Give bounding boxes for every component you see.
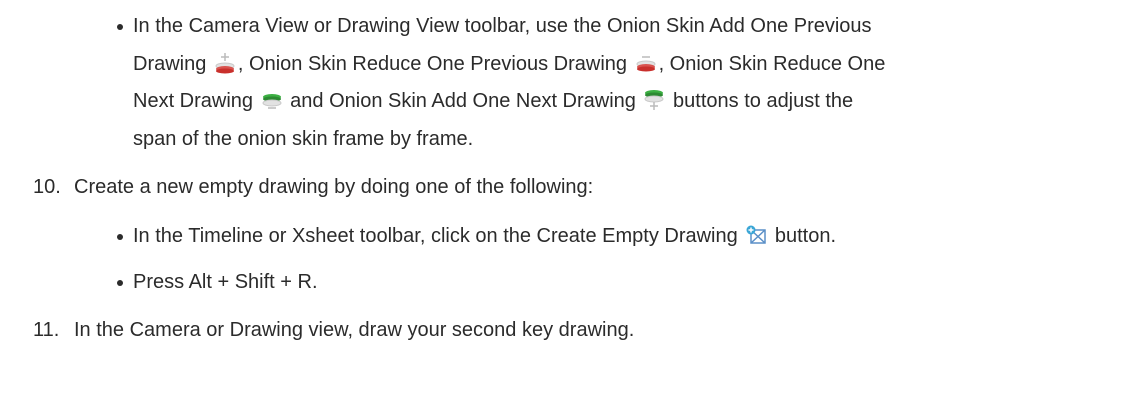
step-number-10: 10. bbox=[33, 176, 61, 198]
step-10-bullet-1: In the Timeline or Xsheet toolbar, click… bbox=[133, 224, 837, 247]
onion-skin-reduce-one-previous-icon bbox=[635, 52, 657, 74]
bullet-marker bbox=[117, 280, 123, 286]
onion-bullet-line-1: In the Camera View or Drawing View toolb… bbox=[133, 15, 872, 37]
step-10-text: Create a new empty drawing by doing one … bbox=[74, 176, 594, 198]
step-number-11: 11. bbox=[33, 319, 60, 341]
onion-skin-add-one-previous-icon bbox=[214, 52, 236, 74]
create-empty-drawing-icon bbox=[745, 224, 767, 246]
onion-bullet-line-2: Drawing , Onion Skin Reduce One Previous… bbox=[133, 52, 886, 75]
onion-skin-add-one-next-icon bbox=[643, 89, 665, 111]
step-10-bullet-2: Press Alt + Shift + R. bbox=[133, 271, 318, 293]
bullet-marker bbox=[117, 234, 123, 240]
onion-bullet-line-4: span of the onion skin frame by frame. bbox=[133, 128, 474, 150]
bullet-marker bbox=[117, 24, 123, 30]
step-11-text: In the Camera or Drawing view, draw your… bbox=[74, 319, 635, 341]
onion-skin-reduce-one-next-icon bbox=[261, 89, 283, 111]
onion-bullet-line-3: Next Drawing and Onion Skin Add One Next… bbox=[133, 89, 854, 112]
